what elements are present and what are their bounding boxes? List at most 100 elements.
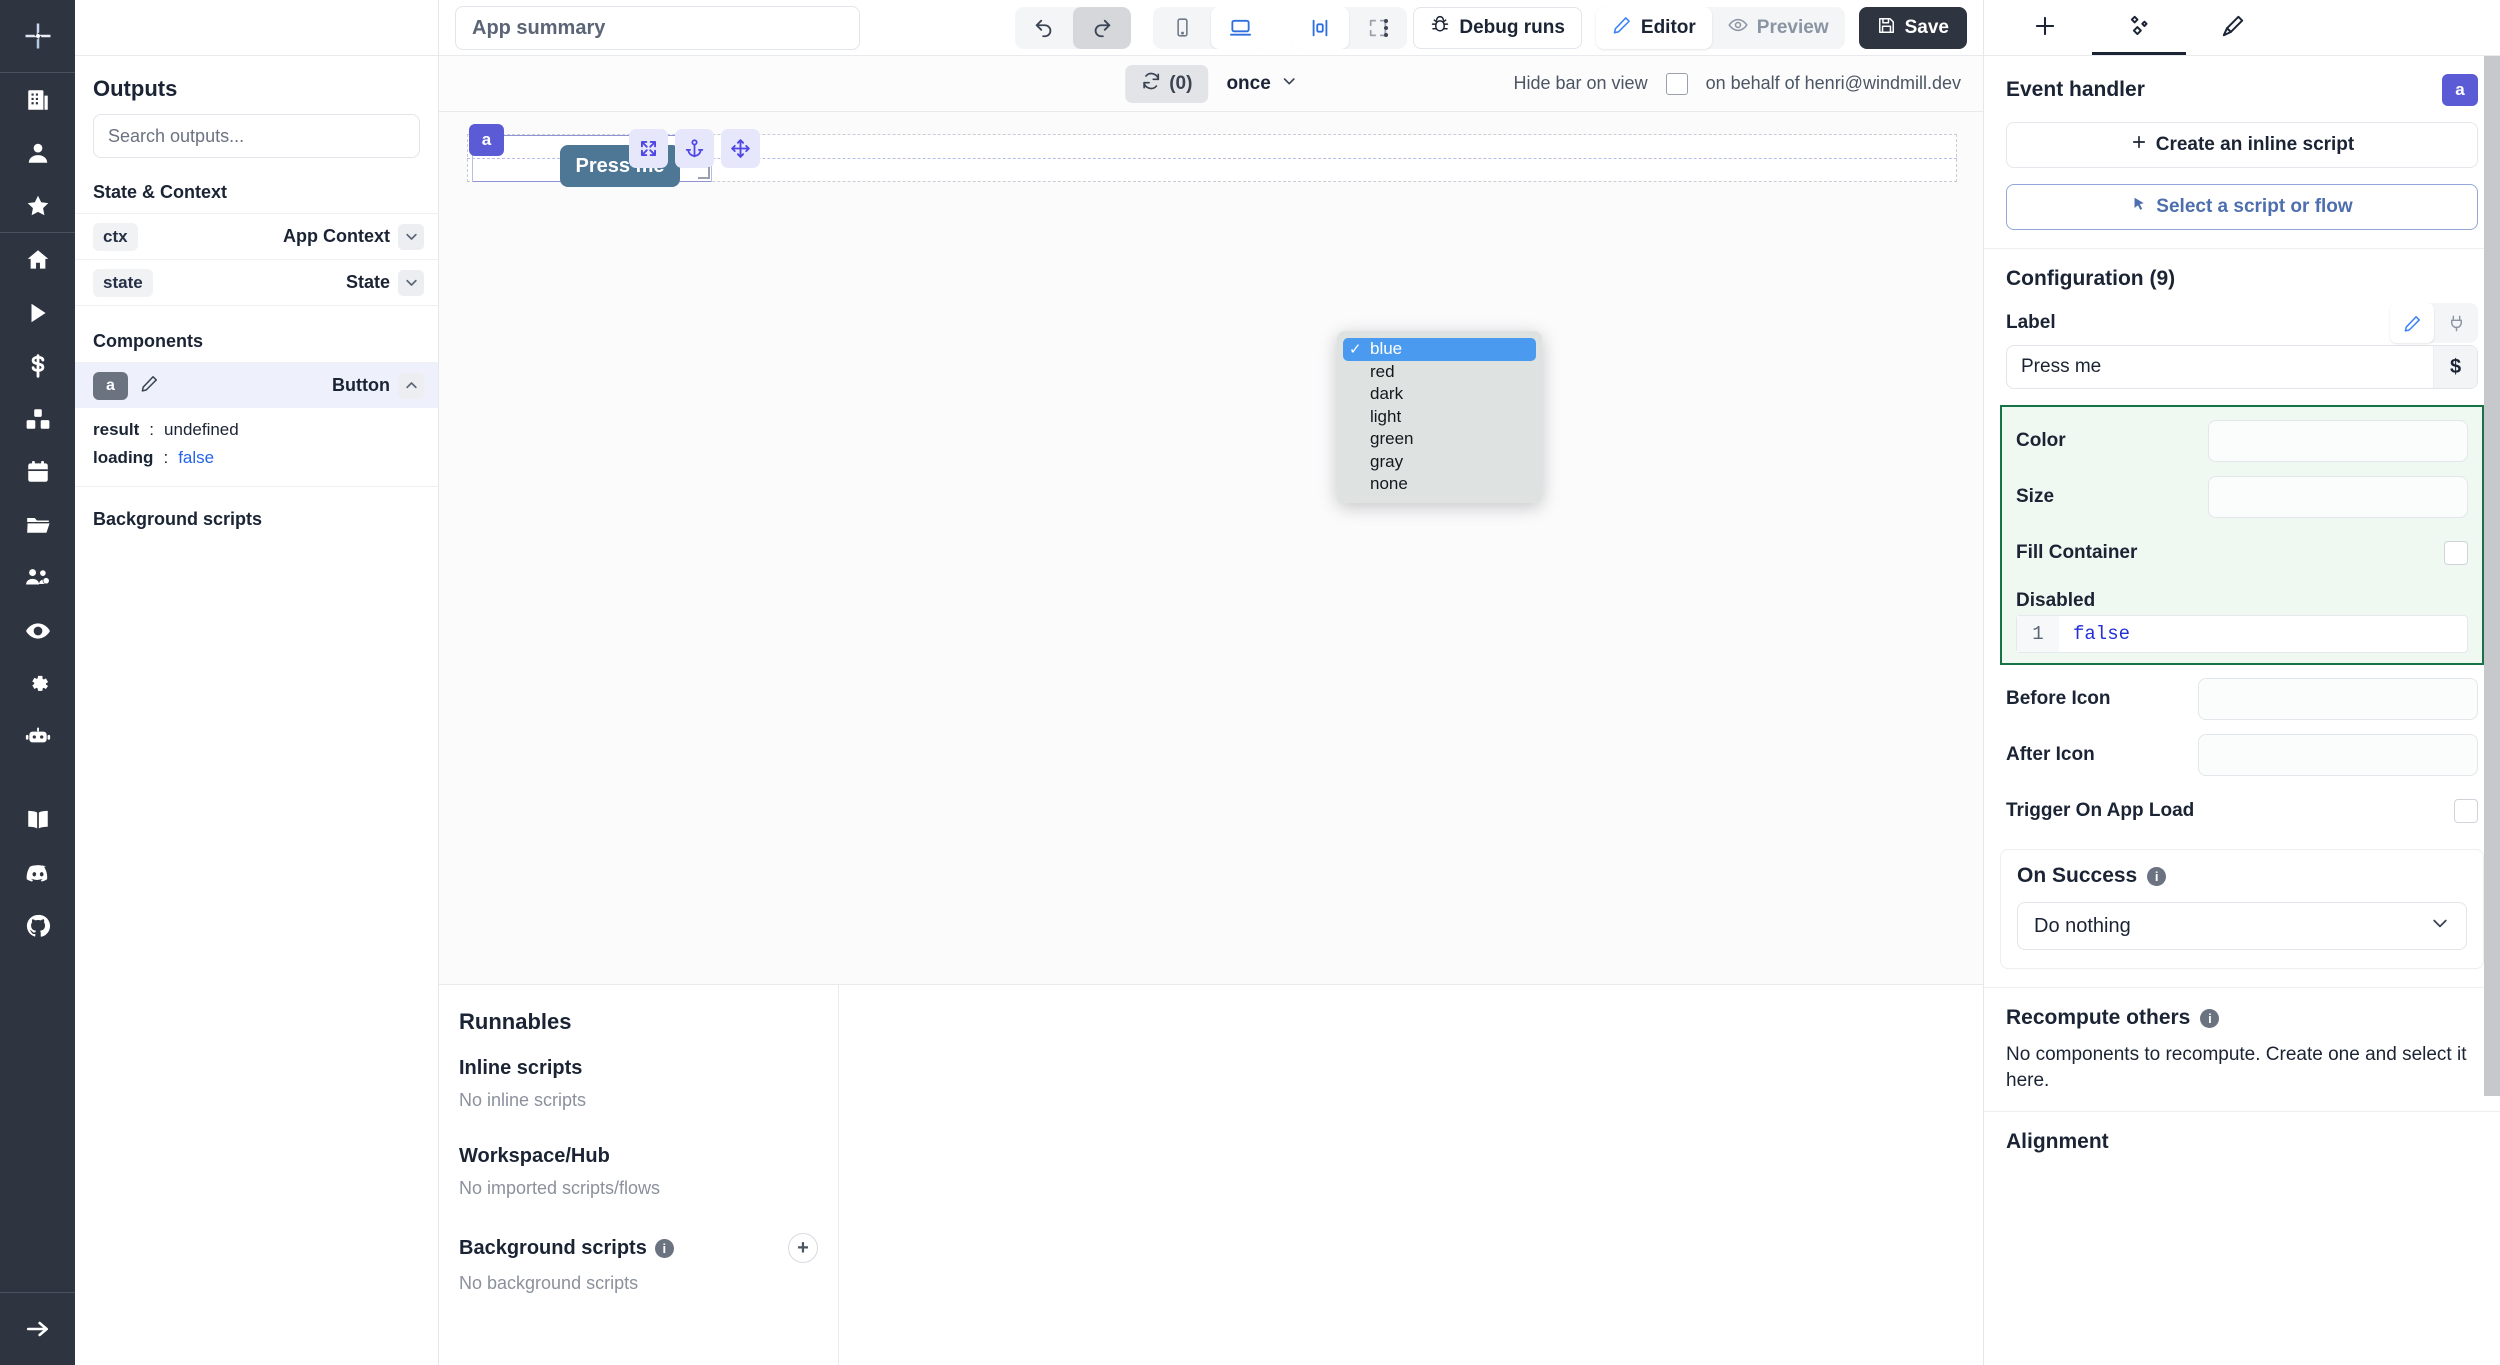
output-right-ctx: App Context xyxy=(283,223,424,250)
rail-item-schedules[interactable] xyxy=(0,445,75,498)
color-option-none[interactable]: none xyxy=(1343,473,1536,496)
app-summary-input[interactable]: App summary xyxy=(455,6,860,50)
event-handler-section: Event handler a Create an inline script … xyxy=(1984,56,2500,249)
expand-component-icon[interactable] xyxy=(629,129,668,168)
dollar-icon[interactable]: $ xyxy=(2433,346,2477,388)
color-option-light[interactable]: light xyxy=(1343,406,1536,429)
color-option-gray[interactable]: gray xyxy=(1343,451,1536,474)
component-output-loading: loading : false xyxy=(75,444,438,472)
rail-item-runs[interactable] xyxy=(0,286,75,339)
hide-bar-checkbox[interactable] xyxy=(1665,72,1688,95)
refresh-runnables-button[interactable]: (0) xyxy=(1125,64,1209,103)
configuration-title: Configuration (9) xyxy=(2006,267,2176,290)
rail-item-github[interactable] xyxy=(0,899,75,952)
color-option-red[interactable]: red xyxy=(1343,361,1536,384)
search-outputs-input[interactable]: Search outputs... xyxy=(93,114,420,158)
debug-runs-label: Debug runs xyxy=(1459,17,1565,38)
settings-panel-scrollbar[interactable] xyxy=(2484,56,2500,1096)
color-field-row: Color xyxy=(2002,413,2482,469)
color-select[interactable] xyxy=(2208,420,2468,462)
workspace-hub-heading: Workspace/Hub xyxy=(459,1145,610,1167)
before-icon-input[interactable] xyxy=(2198,678,2478,720)
resize-corner-icon[interactable] xyxy=(696,165,712,185)
rail-item-variables[interactable] xyxy=(0,339,75,392)
more-options-icon[interactable] xyxy=(1373,7,1399,49)
pencil-icon[interactable] xyxy=(140,374,159,398)
info-icon[interactable]: i xyxy=(2200,1008,2220,1028)
app-root: Outputs Search outputs... State & Contex… xyxy=(0,0,2500,1365)
color-select-dropdown[interactable]: ✓ blue red dark light green gray none xyxy=(1337,331,1542,503)
rail-item-docs[interactable] xyxy=(0,793,75,846)
mobile-view-button[interactable] xyxy=(1153,7,1211,49)
select-script-or-flow-button[interactable]: Select a script or flow xyxy=(2006,184,2478,230)
output-row-ctx[interactable]: ctx App Context xyxy=(75,213,438,259)
fill-container-checkbox[interactable] xyxy=(2444,541,2468,565)
viewport-group xyxy=(1153,6,1269,49)
editor-tab[interactable]: Editor xyxy=(1595,7,1712,49)
after-icon-input[interactable] xyxy=(2198,734,2478,776)
desktop-view-button[interactable] xyxy=(1211,6,1269,49)
before-icon-field-label: Before Icon xyxy=(2006,688,2111,709)
color-option-blue[interactable]: ✓ blue xyxy=(1343,338,1536,361)
canvas-toolbar-right: Hide bar on view on behalf of henri@wind… xyxy=(1514,72,1961,95)
component-id-tag[interactable]: a xyxy=(469,124,504,156)
debug-runs-button[interactable]: Debug runs xyxy=(1413,7,1582,49)
pencil-icon[interactable] xyxy=(2390,303,2434,343)
add-component-tab[interactable] xyxy=(1998,0,2092,55)
rail-item-user[interactable] xyxy=(0,126,75,179)
rail-group-links xyxy=(0,793,75,952)
event-handler-head: Event handler a xyxy=(2006,74,2478,106)
rail-item-home[interactable] xyxy=(0,233,75,286)
windmill-logo[interactable] xyxy=(0,0,75,72)
inline-scripts-heading: Inline scripts xyxy=(459,1057,583,1079)
rail-item-discord[interactable] xyxy=(0,846,75,899)
trigger-on-app-load-checkbox[interactable] xyxy=(2454,799,2478,823)
styling-tab[interactable] xyxy=(2186,0,2280,55)
chevron-up-icon[interactable] xyxy=(398,372,424,399)
rail-item-folders[interactable] xyxy=(0,498,75,551)
center-align-button[interactable] xyxy=(1291,6,1349,49)
component-row-a[interactable]: a Button xyxy=(75,362,438,408)
plug-icon[interactable] xyxy=(2434,303,2478,343)
size-field-row: Size xyxy=(2002,469,2482,525)
component-badge: a xyxy=(2442,74,2478,106)
label-field-header: Label xyxy=(1984,299,2500,345)
preview-tab[interactable]: Preview xyxy=(1712,7,1845,49)
output-row-state[interactable]: state State xyxy=(75,259,438,305)
redo-button[interactable] xyxy=(1073,6,1131,49)
save-button[interactable]: Save xyxy=(1858,7,1967,49)
settings-panel-scroll[interactable]: Event handler a Create an inline script … xyxy=(1984,56,2500,1365)
rail-item-groups[interactable] xyxy=(0,551,75,604)
background-scripts-heading: Background scripts xyxy=(459,1236,647,1259)
refresh-frequency-select[interactable]: once xyxy=(1226,73,1296,95)
add-background-script-button[interactable]: + xyxy=(788,1233,818,1263)
output-right-state: State xyxy=(346,269,424,296)
chevron-down-icon[interactable] xyxy=(398,269,424,296)
on-success-select[interactable]: Do nothing xyxy=(2017,902,2467,950)
rail-item-star[interactable] xyxy=(0,179,75,232)
create-inline-script-button[interactable]: Create an inline script xyxy=(2006,122,2478,168)
move-icon[interactable] xyxy=(721,129,760,168)
rail-item-settings[interactable] xyxy=(0,657,75,710)
settings-tab[interactable] xyxy=(2092,0,2186,55)
size-field-label: Size xyxy=(2016,486,2055,507)
chevron-down-icon[interactable] xyxy=(398,223,424,250)
info-icon[interactable]: i xyxy=(654,1238,674,1258)
color-option-dark[interactable]: dark xyxy=(1343,383,1536,406)
rail-item-audit[interactable] xyxy=(0,604,75,657)
workspace-hub-empty: No imported scripts/flows xyxy=(459,1178,661,1198)
label-input[interactable]: Press me $ xyxy=(2006,345,2478,389)
rail-item-collapse[interactable] xyxy=(0,1293,75,1365)
undo-button[interactable] xyxy=(1015,7,1073,49)
rail-item-building[interactable] xyxy=(0,73,75,126)
app-canvas[interactable]: a Press me xyxy=(439,112,1983,985)
component-type-label: Button xyxy=(332,375,390,395)
output-value: undefined xyxy=(164,420,239,439)
rail-item-resources[interactable] xyxy=(0,392,75,445)
color-option-green[interactable]: green xyxy=(1343,428,1536,451)
info-icon[interactable]: i xyxy=(2147,866,2167,886)
disabled-code-editor[interactable]: 1 false xyxy=(2016,615,2468,653)
rail-item-ai-robot[interactable] xyxy=(0,710,75,763)
size-select[interactable] xyxy=(2208,476,2468,518)
anchor-icon[interactable] xyxy=(675,129,714,168)
